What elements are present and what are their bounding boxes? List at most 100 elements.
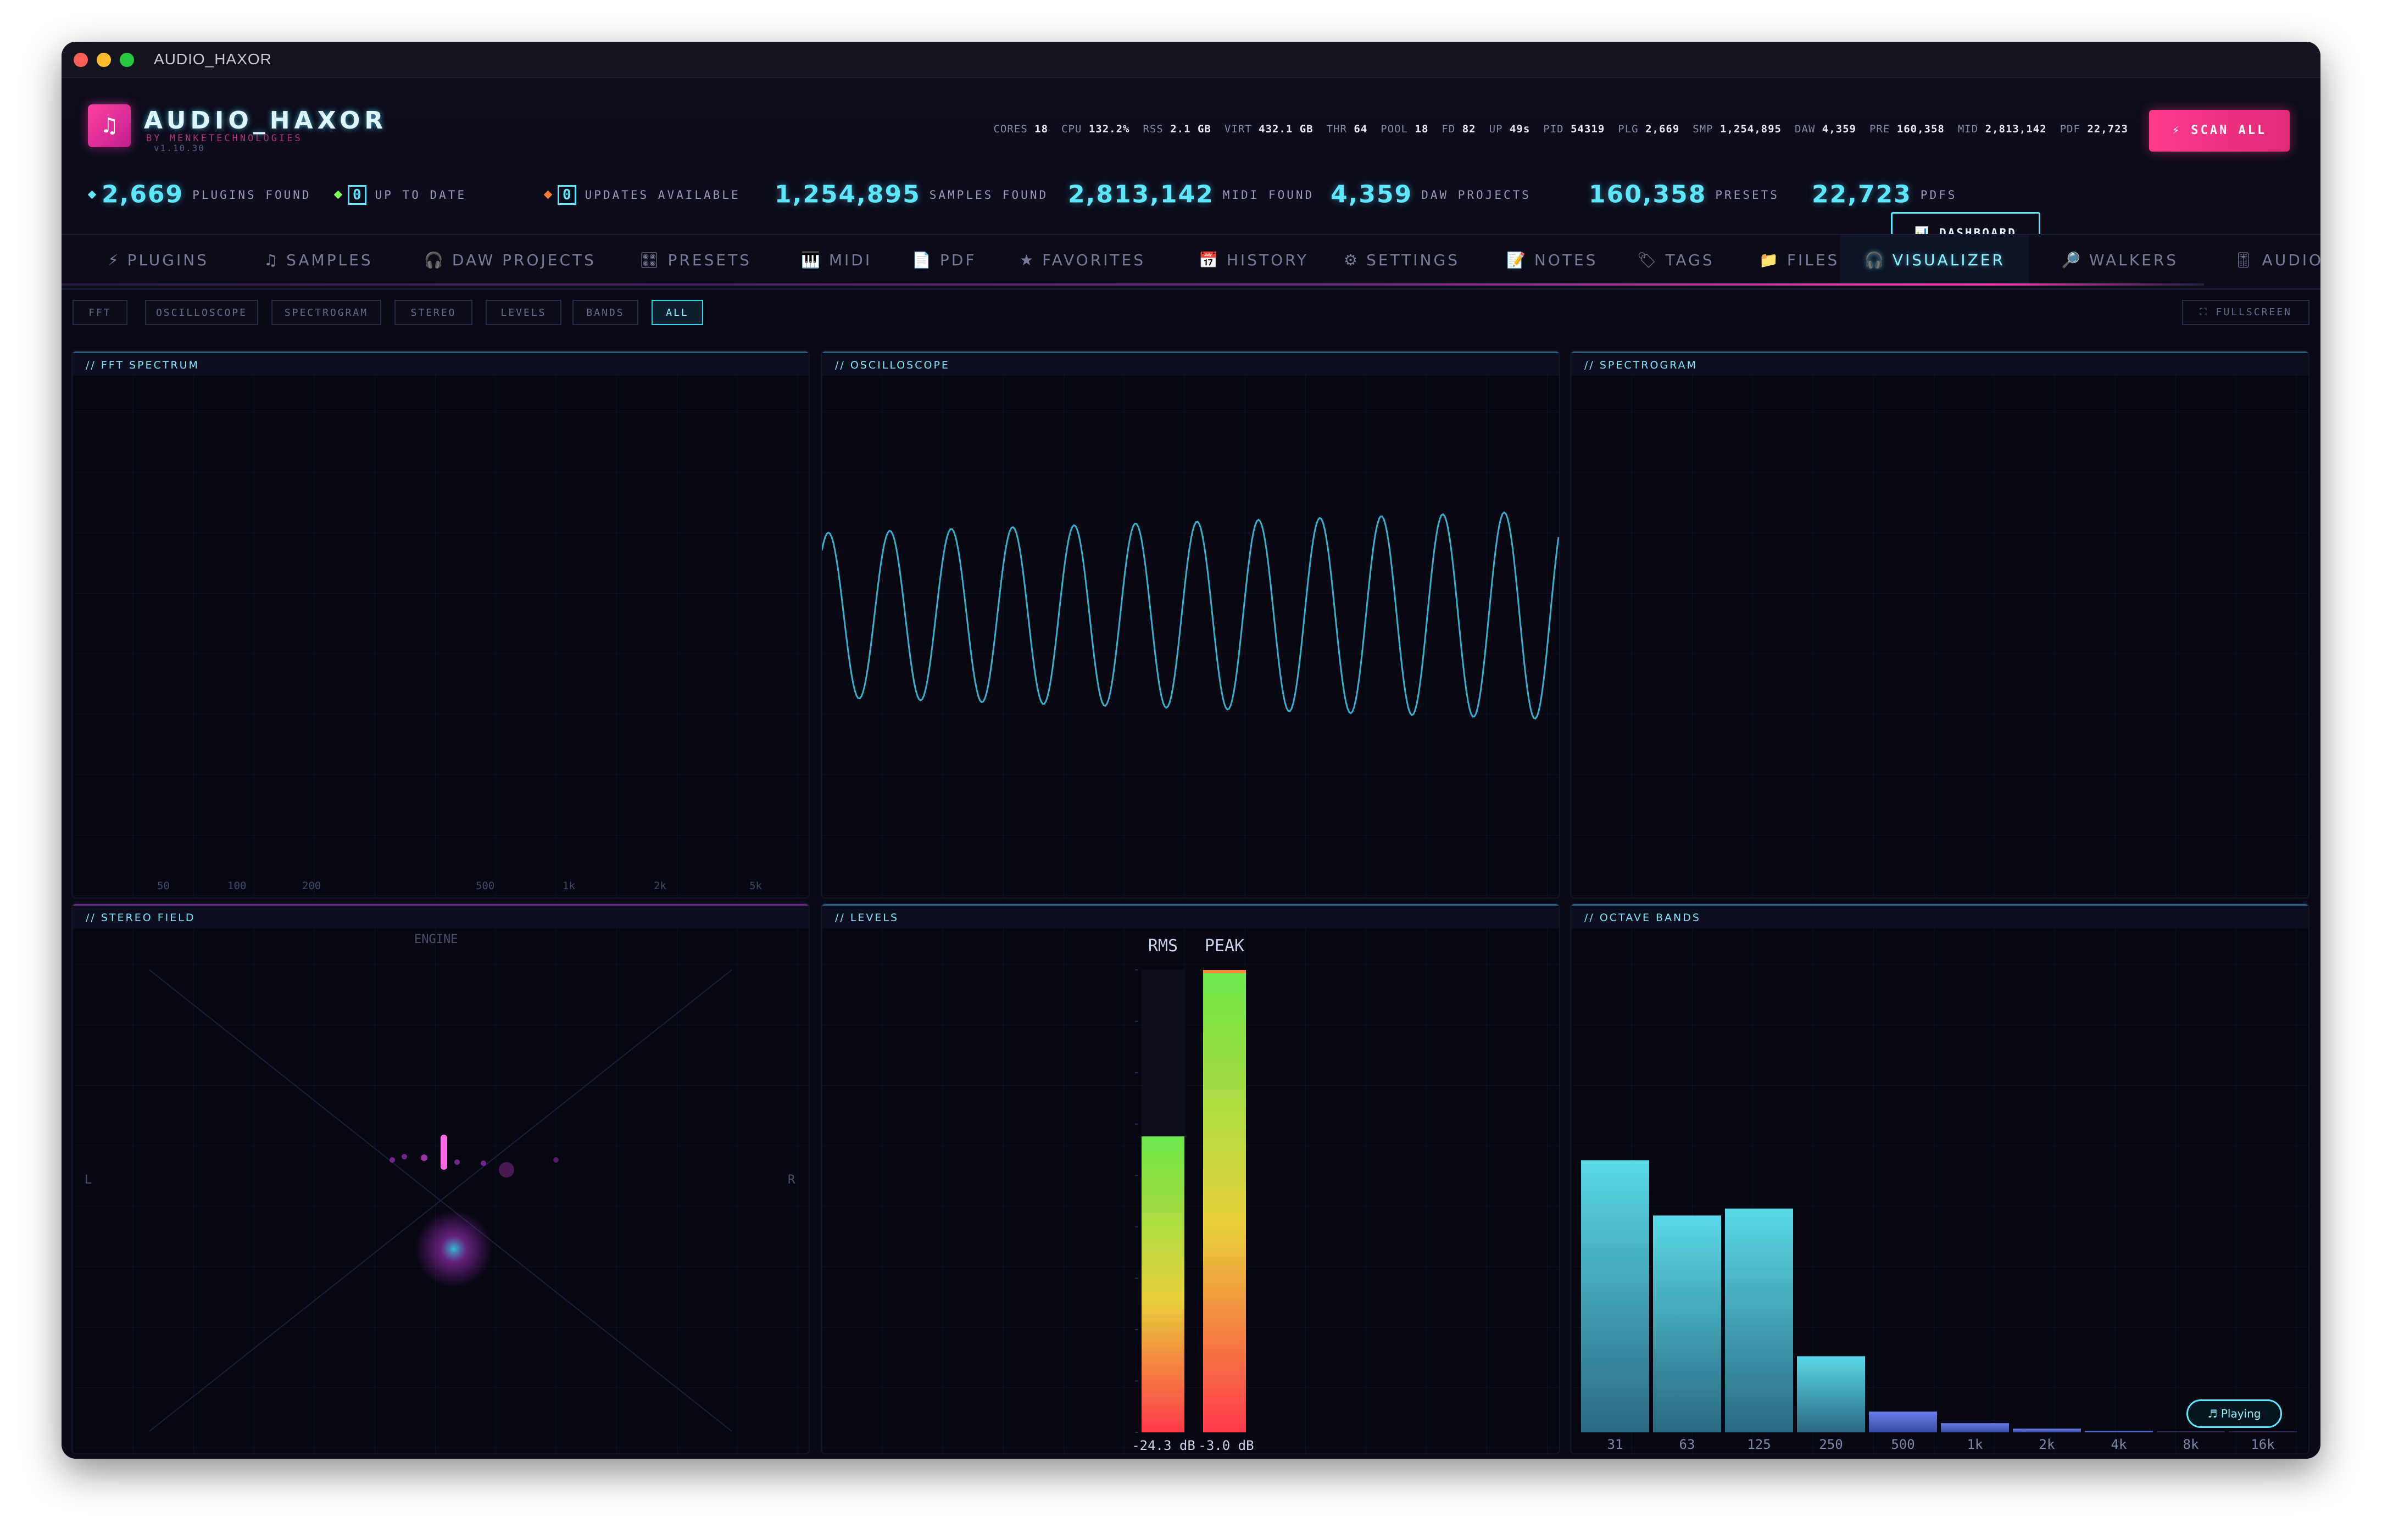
- zoom-window-button[interactable]: [120, 53, 134, 67]
- octave-band-bar: [2229, 1431, 2297, 1432]
- tab-daw-projects[interactable]: 🎧 DAW PROJECTS: [424, 235, 596, 286]
- minimize-window-button[interactable]: [97, 53, 111, 67]
- stat-up: UP 49s: [1489, 123, 1531, 135]
- tab-audio[interactable]: 🎚 AUDIO: [2234, 235, 2320, 286]
- mode-button-bands[interactable]: BANDS: [572, 300, 638, 325]
- peak-hold-indicator: [1203, 970, 1246, 973]
- system-stats: CORES 18 CPU 132.2% RSS 2.1 GB VIRT 432.1 G…: [980, 123, 2128, 135]
- rms-meter-bar: [1142, 1136, 1184, 1432]
- tab-favorites[interactable]: ★ FAVORITES: [1020, 235, 1145, 286]
- fft-frequency-label: 2k: [654, 880, 666, 892]
- stereo-goniometer: [149, 969, 732, 1432]
- waveform-line: [822, 511, 1559, 720]
- spectrogram-panel: // SPECTROGRAM: [1570, 350, 2309, 899]
- daw-projects-icon: 🎧: [424, 251, 446, 269]
- app-name: AUDIO_HAXOR: [144, 107, 388, 135]
- plugins-icon: ⚡: [108, 251, 121, 269]
- tab-label: AUDIO: [2262, 251, 2320, 269]
- tab-label: FAVORITES: [1042, 251, 1145, 269]
- tab-label: NOTES: [1534, 251, 1598, 269]
- tab-midi[interactable]: 🎹 MIDI: [801, 235, 872, 286]
- octave-band-bar: [1941, 1423, 2009, 1432]
- tab-label: PLUGINS: [127, 251, 209, 269]
- count-daw: 4,359 DAW PROJECTS: [1331, 180, 1531, 209]
- scan-all-button[interactable]: ⚡ SCAN ALL: [2149, 110, 2290, 152]
- stat-virt: VIRT 432.1 GB: [1224, 123, 1314, 135]
- rms-label: RMS: [1148, 936, 1178, 956]
- files-icon: 📁: [1759, 251, 1780, 269]
- close-window-button[interactable]: [74, 53, 88, 67]
- fft-frequency-label: 50: [157, 880, 170, 892]
- stat-pool: POOL 18: [1381, 123, 1429, 135]
- title-bar: AUDIO_HAXOR: [62, 42, 2320, 78]
- diamond-icon: [333, 190, 343, 199]
- tab-presets[interactable]: 🎛 PRESETS: [639, 235, 752, 286]
- app-version: v1.10.30: [154, 143, 205, 153]
- oscilloscope-waveform: [822, 511, 1559, 720]
- oscilloscope-panel: // OSCILLOSCOPE: [821, 350, 1560, 899]
- midi-icon: 🎹: [801, 251, 822, 269]
- tab-notes[interactable]: 📝 NOTES: [1506, 235, 1598, 286]
- mode-button-oscilloscope[interactable]: OSCILLOSCOPE: [145, 300, 258, 325]
- notes-icon: 📝: [1506, 251, 1528, 269]
- tab-tags[interactable]: 🏷 TAGS: [1637, 235, 1715, 286]
- tab-history[interactable]: 📅 HISTORY: [1199, 235, 1309, 286]
- mode-button-spectrogram[interactable]: SPECTROGRAM: [271, 300, 381, 325]
- playing-badge[interactable]: ♬ Playing: [2186, 1399, 2282, 1428]
- tab-files[interactable]: 📁 FILES: [1759, 235, 1839, 286]
- stat-daw: DAW 4,359: [1795, 123, 1856, 135]
- spectrogram-canvas: [1571, 351, 2308, 897]
- count-presets: 160,358 PRESETS: [1589, 180, 1779, 209]
- audio-icon: 🎚: [2234, 251, 2256, 269]
- level-meters: RMS PEAK -24.3 dB -3.0 dB: [1132, 936, 1254, 1453]
- tab-visualizer[interactable]: 🎧 VISUALIZER: [1840, 235, 2029, 286]
- octave-band-label: 2k: [2039, 1437, 2055, 1452]
- octave-band-bar: [1653, 1215, 1721, 1432]
- stat-smp: SMP 1,254,895: [1693, 123, 1782, 135]
- stat-cores: CORES 18: [993, 123, 1049, 135]
- octave-band-label: 16k: [2251, 1437, 2275, 1452]
- diamond-icon: [543, 190, 553, 199]
- history-icon: 📅: [1199, 251, 1220, 269]
- fft-frequency-label: 500: [476, 880, 495, 892]
- tab-settings[interactable]: ⚙ SETTINGS: [1344, 235, 1460, 286]
- fft-frequency-label: 1k: [563, 880, 575, 892]
- stat-rss: RSS 2.1 GB: [1143, 123, 1211, 135]
- main-tabs: ⚡ PLUGINS ♫ SAMPLES 🎧 DAW PROJECTS 🎛 PRESETS 🎹 MI…: [62, 234, 2320, 290]
- mode-button-levels[interactable]: LEVELS: [486, 300, 561, 325]
- tab-label: PDF: [939, 251, 977, 269]
- favorites-icon: ★: [1020, 251, 1036, 269]
- peak-meter-bar: [1203, 970, 1246, 1432]
- mode-button-stereo[interactable]: STEREO: [394, 300, 472, 325]
- count-updates: 0 UPDATES AVAILABLE: [543, 172, 741, 216]
- app-window: AUDIO_HAXOR ♫ AUDIO_HAXOR BY MENKETECHNO…: [62, 42, 2320, 1459]
- tab-walkers[interactable]: 🔎 WALKERS: [2061, 235, 2178, 286]
- pdf-icon: 📄: [912, 251, 933, 269]
- app-subtitle: BY MENKETECHNOLOGIES: [146, 133, 303, 144]
- fft-frequency-label: 5k: [749, 880, 762, 892]
- settings-icon: ⚙: [1344, 251, 1360, 269]
- tab-plugins[interactable]: ⚡ PLUGINS: [108, 235, 209, 286]
- tab-label: WALKERS: [2089, 251, 2179, 269]
- fft-frequency-label: 200: [302, 880, 321, 892]
- mode-button-all[interactable]: ALL: [652, 300, 703, 325]
- octave-band-bar: [1581, 1160, 1649, 1432]
- mode-button-fft[interactable]: FFT: [73, 300, 127, 325]
- tab-label: SAMPLES: [286, 251, 373, 269]
- tab-samples[interactable]: ♫ SAMPLES: [264, 235, 373, 286]
- octave-band-label: 31: [1607, 1437, 1623, 1452]
- count-up-to-date: 0 UP TO DATE: [333, 172, 466, 216]
- fft-frequency-label: 100: [227, 880, 247, 892]
- count-pdfs: 22,723 PDFS: [1812, 180, 1957, 209]
- stat-pid: PID 54319: [1543, 123, 1605, 135]
- presets-icon: 🎛: [639, 251, 661, 269]
- tab-pdf[interactable]: 📄 PDF: [912, 235, 976, 286]
- octave-band-label: 1k: [1967, 1437, 1983, 1452]
- octave-band-bar: [2085, 1431, 2153, 1432]
- octave-band-label: 500: [1891, 1437, 1914, 1452]
- tab-label: DAW PROJECTS: [452, 251, 596, 269]
- app-logo-icon: ♫: [88, 104, 131, 147]
- octave-band-label: 63: [1679, 1437, 1695, 1452]
- stat-thr: THR 64: [1326, 123, 1368, 135]
- fullscreen-button[interactable]: ⛶ FULLSCREEN: [2182, 300, 2309, 325]
